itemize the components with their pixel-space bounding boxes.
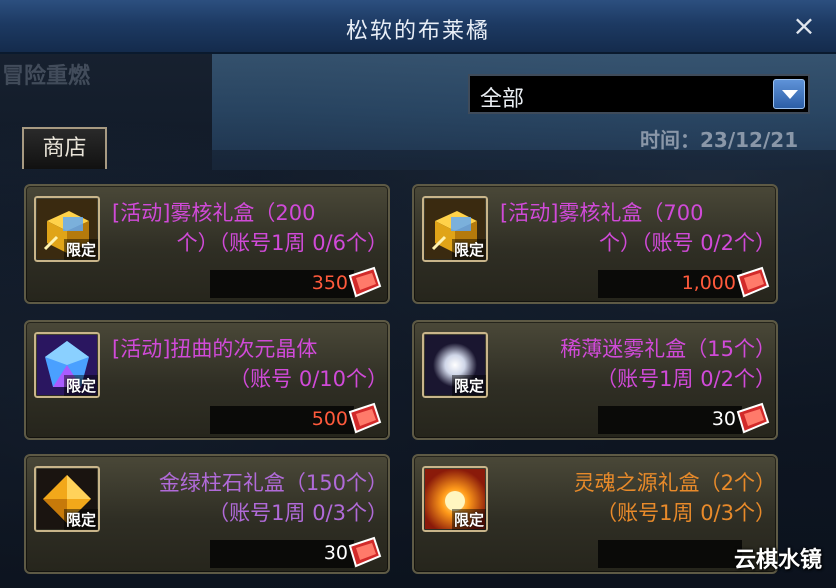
limited-badge: 限定 — [451, 239, 486, 260]
item-price: 30 — [323, 542, 348, 564]
category-filter-dropdown[interactable]: 全部 — [468, 74, 810, 114]
item-price: 350 — [311, 272, 348, 294]
price-box: 500 — [210, 406, 354, 434]
time-label: 时间：23/12/21 — [640, 128, 799, 152]
shop-item-card[interactable]: 限定 [活动]雾核礼盒（700 个）（账号 0/2个） 1,000 — [412, 184, 778, 304]
gold-cube-icon: 限定 — [34, 196, 100, 262]
mist-orb-icon: 限定 — [422, 332, 488, 398]
window-title: 松软的布莱橘 — [345, 19, 490, 44]
filter-selected-value: 全部 — [480, 87, 525, 112]
item-name: 金绿柱石礼盒（150个） （账号1周 0/3个） — [158, 471, 388, 525]
close-icon[interactable]: × — [790, 10, 818, 42]
price-box: 1,000 — [598, 270, 742, 298]
tab-shop[interactable]: 商店 — [22, 127, 107, 169]
limited-badge: 限定 — [451, 509, 486, 530]
coupon-currency-icon — [348, 266, 382, 298]
window-titlebar: 松软的布莱橘 × — [0, 0, 836, 54]
shop-item-card[interactable]: 限定 稀薄迷雾礼盒（15个） （账号1周 0/2个） 30 — [412, 320, 778, 440]
shop-item-card[interactable]: 限定 [活动]扭曲的次元晶体 （账号 0/10个） 500 — [24, 320, 390, 440]
soul-source-icon: 限定 — [422, 466, 488, 532]
coupon-currency-icon — [736, 266, 770, 298]
item-price: 30 — [711, 408, 736, 430]
chrysoberyl-gem-icon: 限定 — [34, 466, 100, 532]
watermark: 云棋水镜 — [733, 548, 822, 573]
dimension-crystal-icon: 限定 — [34, 332, 100, 398]
shop-item-card[interactable]: 限定 金绿柱石礼盒（150个） （账号1周 0/3个） 30 — [24, 454, 390, 574]
limited-badge: 限定 — [63, 509, 98, 530]
item-price: 500 — [311, 408, 348, 430]
coupon-currency-icon — [736, 402, 770, 434]
limited-badge: 限定 — [63, 375, 98, 396]
coupon-currency-icon — [348, 536, 382, 568]
item-name: 稀薄迷雾礼盒（15个） （账号1周 0/2个） — [560, 337, 776, 391]
item-name: [活动]扭曲的次元晶体 （账号 0/10个） — [112, 337, 388, 391]
price-box: 30 — [210, 540, 354, 568]
item-price: 1,000 — [681, 272, 736, 294]
limited-badge: 限定 — [63, 239, 98, 260]
price-box: 350 — [210, 270, 354, 298]
gold-cube-icon: 限定 — [422, 196, 488, 262]
coupon-currency-icon — [348, 402, 382, 434]
item-name: [活动]雾核礼盒（700 个）（账号 0/2个） — [500, 201, 776, 255]
item-name: 灵魂之源礼盒（2个） （账号1周 0/3个） — [573, 471, 776, 525]
price-box — [598, 540, 742, 568]
price-box: 30 — [598, 406, 742, 434]
background-text: 冒险重燃 — [2, 64, 91, 89]
limited-badge: 限定 — [451, 375, 486, 396]
chevron-down-icon[interactable] — [773, 79, 805, 109]
item-name: [活动]雾核礼盒（200 个）（账号1周 0/6个） — [112, 201, 388, 255]
shop-item-card[interactable]: 限定 灵魂之源礼盒（2个） （账号1周 0/3个） — [412, 454, 778, 574]
shop-item-card[interactable]: 限定 [活动]雾核礼盒（200 个）（账号1周 0/6个） 350 — [24, 184, 390, 304]
